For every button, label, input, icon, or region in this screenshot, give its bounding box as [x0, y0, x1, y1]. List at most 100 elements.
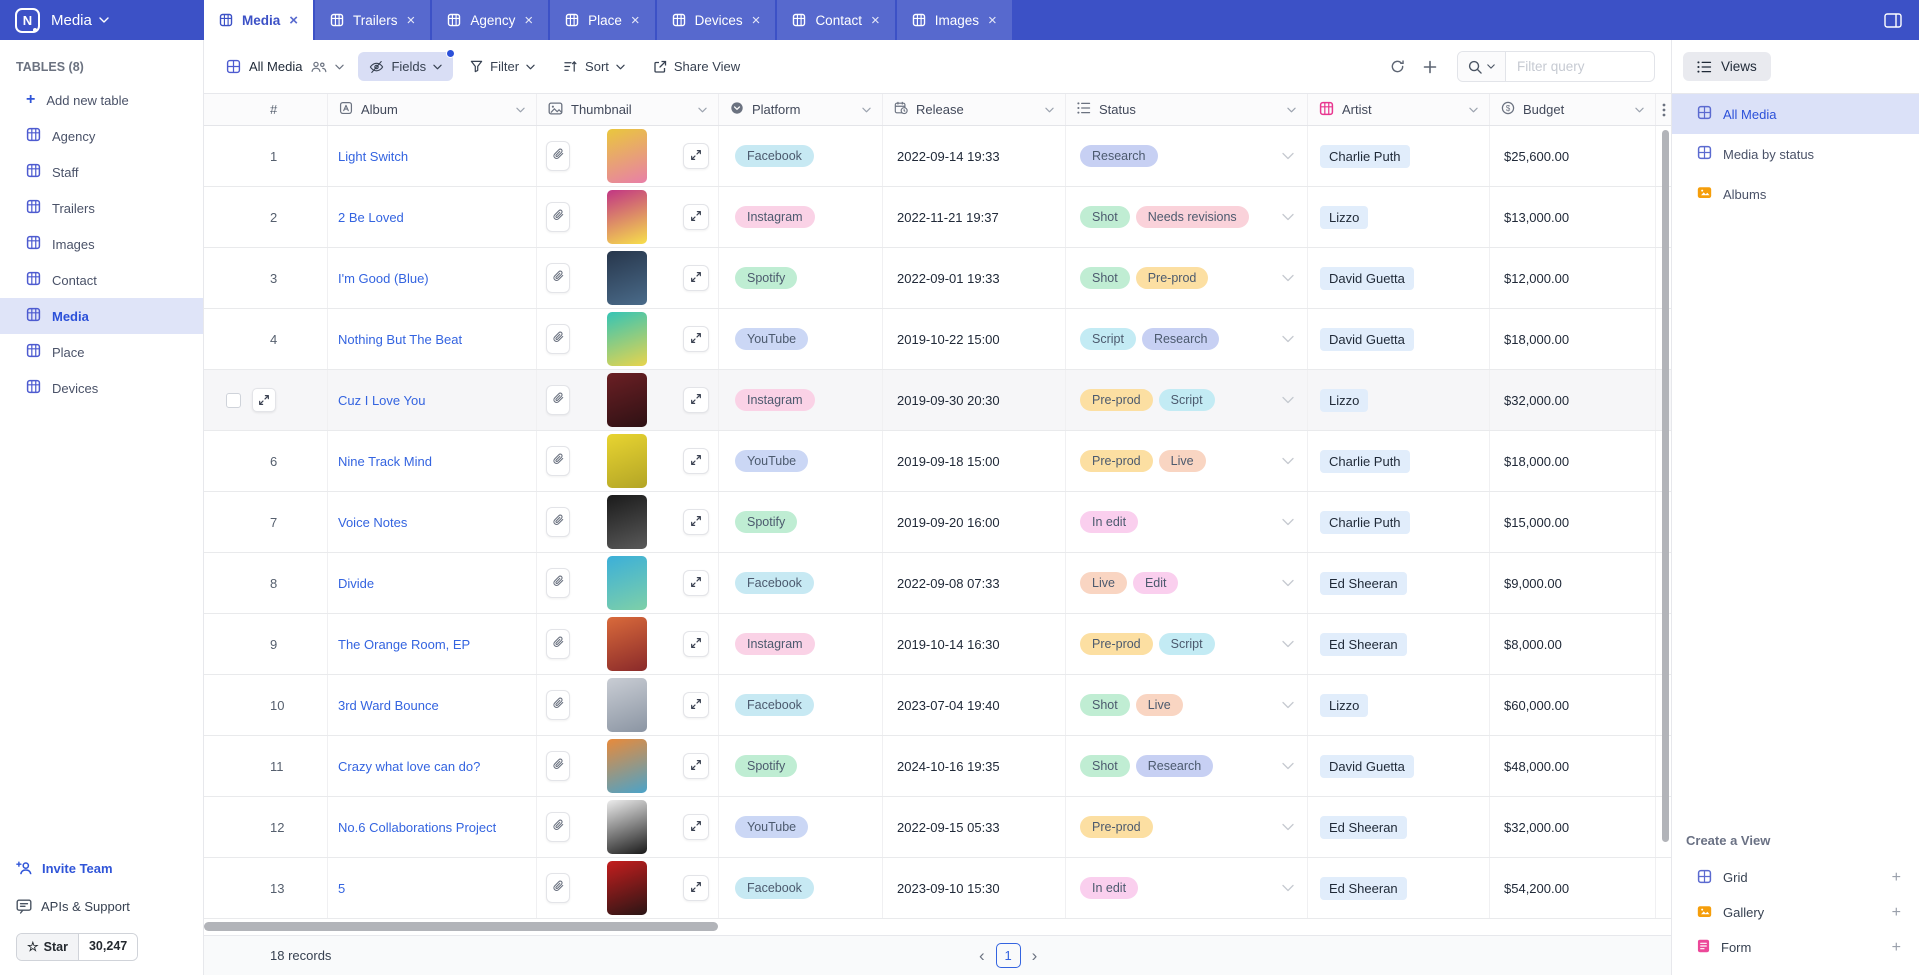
attachment-button[interactable] — [546, 324, 570, 354]
album-link[interactable]: Voice Notes — [338, 515, 407, 530]
current-page-button[interactable]: 1 — [996, 943, 1021, 968]
expand-attachment-button[interactable] — [683, 570, 709, 596]
album-link[interactable]: I'm Good (Blue) — [338, 271, 429, 286]
close-icon[interactable]: × — [524, 13, 533, 28]
artist-chip[interactable]: Ed Sheeran — [1320, 572, 1407, 595]
platform-badge[interactable]: Facebook — [735, 877, 814, 899]
album-thumbnail[interactable] — [607, 861, 647, 915]
sidebar-item-place[interactable]: Place — [0, 334, 203, 370]
add-new-table-button[interactable]: + Add new table — [0, 82, 203, 118]
platform-badge[interactable]: YouTube — [735, 450, 808, 472]
status-cell[interactable]: Research — [1066, 126, 1308, 186]
close-icon[interactable]: × — [407, 13, 416, 28]
invite-team-button[interactable]: Invite Team — [16, 849, 187, 887]
status-cell[interactable]: ShotNeeds revisions — [1066, 187, 1308, 247]
artist-chip[interactable]: Charlie Puth — [1320, 511, 1410, 534]
view-item-all-media[interactable]: All Media — [1672, 94, 1919, 134]
album-thumbnail[interactable] — [607, 312, 647, 366]
attachment-button[interactable] — [546, 751, 570, 781]
album-link[interactable]: Nine Track Mind — [338, 454, 432, 469]
album-link[interactable]: Crazy what love can do? — [338, 759, 480, 774]
status-badge[interactable]: Script — [1159, 633, 1215, 655]
status-cell[interactable]: In edit — [1066, 858, 1308, 918]
status-cell[interactable]: In edit — [1066, 492, 1308, 552]
sidebar-item-media[interactable]: Media — [0, 298, 203, 334]
column-header-status[interactable]: Status — [1066, 94, 1308, 125]
status-badge[interactable]: Pre-prod — [1080, 816, 1153, 838]
platform-badge[interactable]: Facebook — [735, 572, 814, 594]
chevron-down-icon[interactable] — [1287, 107, 1296, 113]
apis-support-button[interactable]: APIs & Support — [16, 887, 187, 925]
platform-badge[interactable]: Instagram — [735, 206, 815, 228]
search-scope-button[interactable] — [1458, 52, 1506, 81]
status-badge[interactable]: Research — [1080, 145, 1158, 167]
expand-attachment-button[interactable] — [683, 753, 709, 779]
expand-attachment-button[interactable] — [683, 265, 709, 291]
chevron-down-icon[interactable] — [1282, 275, 1294, 282]
album-thumbnail[interactable] — [607, 739, 647, 793]
view-item-media-by-status[interactable]: Media by status — [1672, 134, 1919, 174]
search-input[interactable] — [1506, 59, 1654, 74]
chevron-down-icon[interactable] — [1282, 153, 1294, 160]
close-icon[interactable]: × — [631, 13, 640, 28]
album-thumbnail[interactable] — [607, 129, 647, 183]
status-badge[interactable]: Needs revisions — [1136, 206, 1249, 228]
platform-badge[interactable]: Spotify — [735, 511, 797, 533]
chevron-down-icon[interactable] — [1282, 519, 1294, 526]
album-link[interactable]: 3rd Ward Bounce — [338, 698, 439, 713]
artist-chip[interactable]: Ed Sheeran — [1320, 877, 1407, 900]
platform-badge[interactable]: Facebook — [735, 145, 814, 167]
status-cell[interactable]: ShotLive — [1066, 675, 1308, 735]
attachment-button[interactable] — [546, 446, 570, 476]
tab-images[interactable]: Images × — [897, 0, 1012, 40]
expand-attachment-button[interactable] — [683, 509, 709, 535]
attachment-button[interactable] — [546, 568, 570, 598]
album-thumbnail[interactable] — [607, 373, 647, 427]
album-thumbnail[interactable] — [607, 678, 647, 732]
close-icon[interactable]: × — [289, 13, 298, 28]
attachment-button[interactable] — [546, 385, 570, 415]
share-view-button[interactable]: Share View — [642, 52, 751, 81]
expand-attachment-button[interactable] — [683, 631, 709, 657]
status-badge[interactable]: Script — [1080, 328, 1136, 350]
views-toggle-button[interactable]: Views — [1683, 52, 1771, 81]
sidebar-item-agency[interactable]: Agency — [0, 118, 203, 154]
create-grid-button[interactable]: Grid + — [1672, 860, 1919, 895]
status-cell[interactable]: Pre-prodScript — [1066, 614, 1308, 674]
status-badge[interactable]: Pre-prod — [1136, 267, 1209, 289]
artist-chip[interactable]: David Guetta — [1320, 328, 1414, 351]
album-thumbnail[interactable] — [607, 190, 647, 244]
tab-devices[interactable]: Devices × — [657, 0, 776, 40]
column-overflow-menu[interactable] — [1656, 94, 1671, 125]
status-badge[interactable]: Live — [1136, 694, 1183, 716]
chevron-down-icon[interactable] — [1282, 824, 1294, 831]
status-badge[interactable]: Live — [1080, 572, 1127, 594]
album-link[interactable]: Light Switch — [338, 149, 408, 164]
album-link[interactable]: The Orange Room, EP — [338, 637, 470, 652]
status-cell[interactable]: Pre-prodScript — [1066, 370, 1308, 430]
album-link[interactable]: Cuz I Love You — [338, 393, 425, 408]
status-badge[interactable]: Pre-prod — [1080, 450, 1153, 472]
status-badge[interactable]: Edit — [1133, 572, 1179, 594]
tab-contact[interactable]: Contact × — [777, 0, 894, 40]
horizontal-scrollbar[interactable] — [204, 922, 718, 931]
sidebar-item-staff[interactable]: Staff — [0, 154, 203, 190]
expand-record-button[interactable] — [252, 388, 276, 412]
artist-chip[interactable]: Lizzo — [1320, 206, 1368, 229]
status-cell[interactable]: Live Edit — [1066, 553, 1308, 613]
status-badge[interactable]: Shot — [1080, 267, 1130, 289]
expand-attachment-button[interactable] — [683, 326, 709, 352]
status-cell[interactable]: Shot Pre-prod — [1066, 248, 1308, 308]
expand-attachment-button[interactable] — [683, 448, 709, 474]
sort-button[interactable]: Sort — [552, 52, 636, 81]
tab-media[interactable]: Media × — [204, 0, 313, 40]
album-thumbnail[interactable] — [607, 556, 647, 610]
chevron-down-icon[interactable] — [1282, 580, 1294, 587]
chevron-down-icon[interactable] — [1469, 107, 1478, 113]
album-thumbnail[interactable] — [607, 434, 647, 488]
status-badge[interactable]: Research — [1136, 755, 1214, 777]
status-cell[interactable]: Pre-prodLive — [1066, 431, 1308, 491]
album-link[interactable]: 2 Be Loved — [338, 210, 404, 225]
view-name-button[interactable]: All Media — [218, 59, 352, 74]
artist-chip[interactable]: David Guetta — [1320, 267, 1414, 290]
